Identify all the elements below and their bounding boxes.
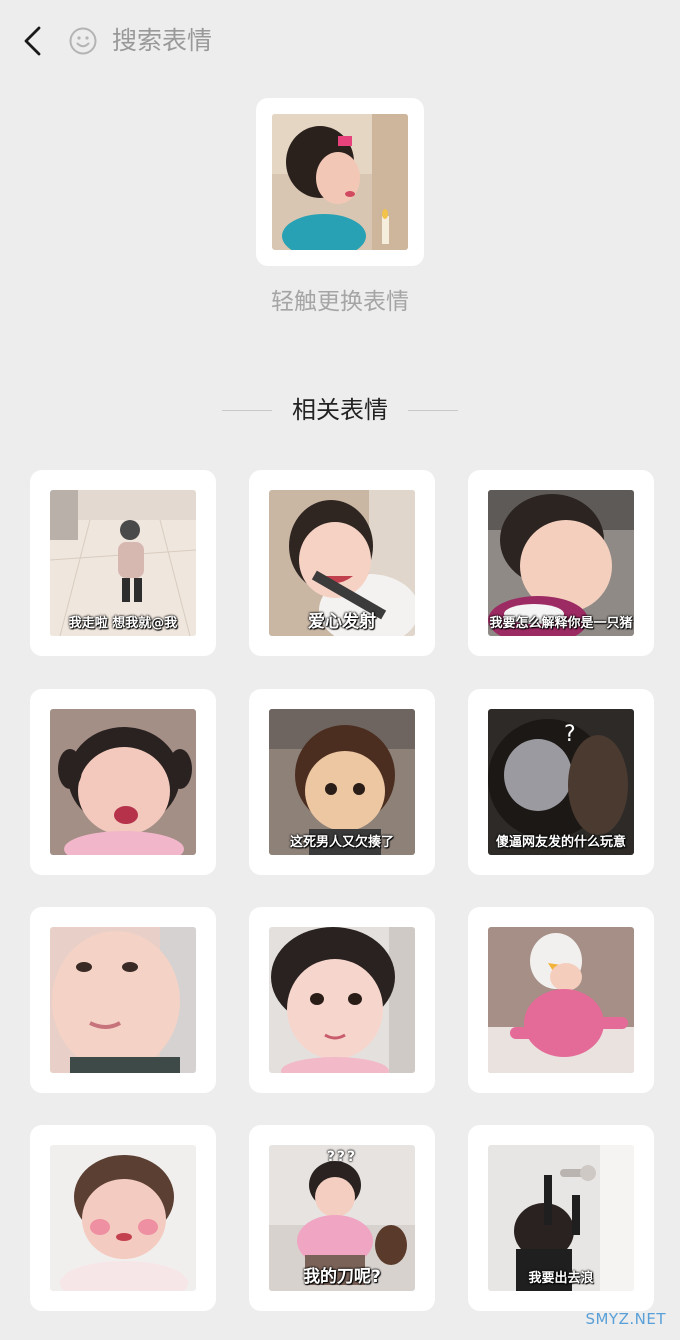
emoji-face-icon bbox=[68, 26, 98, 56]
sticker-item[interactable]: 这死男人又欠揍了 bbox=[249, 689, 435, 875]
related-section-header: 相关表情 bbox=[0, 392, 680, 428]
back-arrow-icon[interactable] bbox=[18, 22, 50, 60]
sticker-item[interactable]: ? 傻逼网友发的什么玩意 bbox=[468, 689, 654, 875]
sticker-image bbox=[269, 927, 415, 1073]
sticker-image: ? 傻逼网友发的什么玩意 bbox=[488, 709, 634, 855]
tap-to-change-hint[interactable]: 轻触更换表情 bbox=[0, 286, 680, 318]
header-bar: 搜索表情 bbox=[0, 0, 680, 82]
current-sticker-image bbox=[272, 114, 408, 250]
sticker-image bbox=[50, 709, 196, 855]
sticker-image bbox=[50, 1145, 196, 1291]
sticker-image: ??? 我的刀呢? bbox=[269, 1145, 415, 1291]
sticker-image: 爱心发射 bbox=[269, 490, 415, 636]
sticker-item[interactable]: 我走啦 想我就@我 bbox=[30, 470, 216, 656]
divider-right bbox=[408, 410, 458, 411]
sticker-caption: 我要出去浪 bbox=[528, 1271, 594, 1286]
sticker-image bbox=[50, 927, 196, 1073]
search-input[interactable]: 搜索表情 bbox=[112, 24, 212, 58]
sticker-image: 我要怎么解释你是一只猪 bbox=[488, 490, 634, 636]
sticker-item[interactable]: ??? 我的刀呢? bbox=[249, 1125, 435, 1311]
sticker-caption: 我的刀呢? bbox=[303, 1267, 381, 1287]
sticker-item[interactable] bbox=[30, 907, 216, 1093]
site-watermark: SMYZ.NET bbox=[585, 1310, 666, 1328]
svg-text:?: ? bbox=[564, 722, 576, 747]
sticker-caption: 我走啦 想我就@我 bbox=[68, 616, 178, 631]
sticker-image: 这死男人又欠揍了 bbox=[269, 709, 415, 855]
sticker-top-text: ??? bbox=[326, 1149, 358, 1165]
sticker-item[interactable] bbox=[30, 1125, 216, 1311]
sticker-caption: 我要怎么解释你是一只猪 bbox=[489, 616, 633, 631]
sticker-item[interactable]: 我要怎么解释你是一只猪 bbox=[468, 470, 654, 656]
sticker-item[interactable] bbox=[30, 689, 216, 875]
sticker-item[interactable] bbox=[468, 907, 654, 1093]
sticker-item[interactable]: 我要出去浪 bbox=[468, 1125, 654, 1311]
sticker-image: 我要出去浪 bbox=[488, 1145, 634, 1291]
sticker-caption: 傻逼网友发的什么玩意 bbox=[495, 835, 626, 850]
sticker-caption: 爱心发射 bbox=[308, 612, 376, 632]
sticker-item[interactable] bbox=[249, 907, 435, 1093]
sticker-image bbox=[488, 927, 634, 1073]
sticker-item[interactable]: 爱心发射 bbox=[249, 470, 435, 656]
current-sticker-card[interactable] bbox=[256, 98, 424, 266]
sticker-caption: 这死男人又欠揍了 bbox=[289, 835, 394, 850]
section-title: 相关表情 bbox=[292, 396, 388, 424]
sticker-image: 我走啦 想我就@我 bbox=[50, 490, 196, 636]
